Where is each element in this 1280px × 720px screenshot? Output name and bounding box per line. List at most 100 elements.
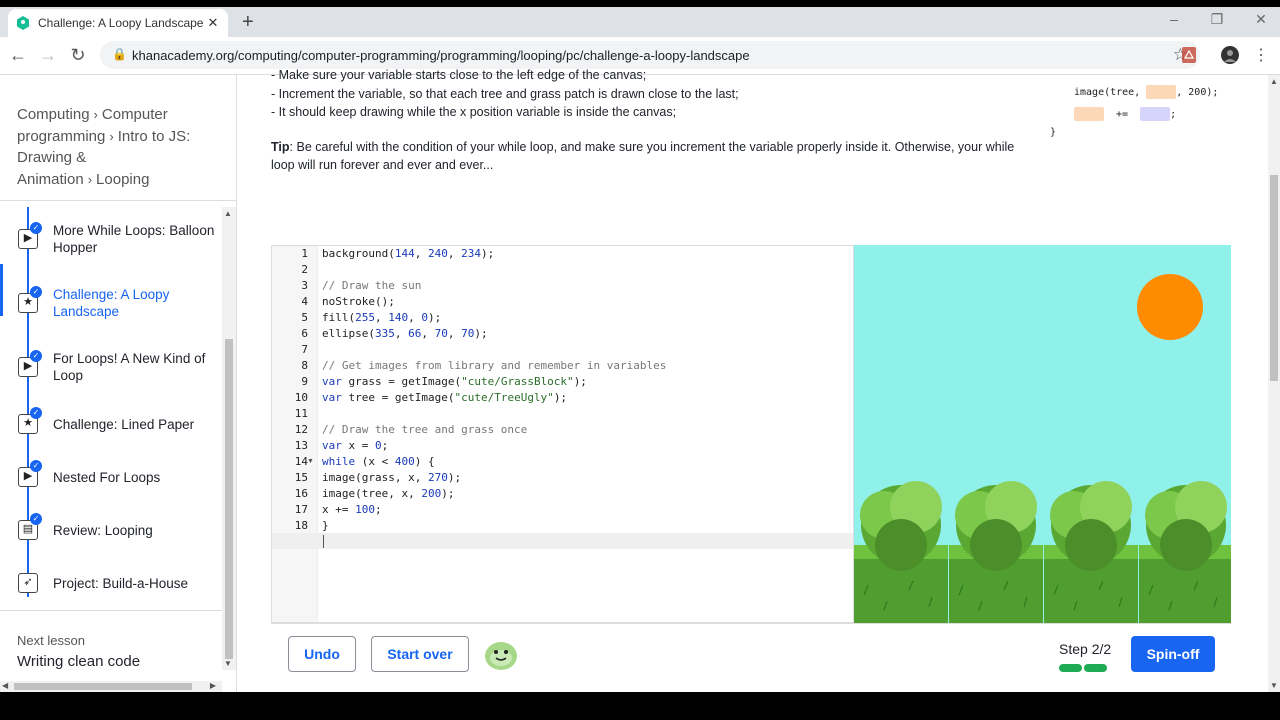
line-number: 16 bbox=[294, 487, 308, 500]
close-window-icon[interactable]: ✕ bbox=[1251, 11, 1271, 28]
browser-tab[interactable]: Challenge: A Loopy Landscape | K ✕ bbox=[8, 9, 228, 37]
code-line[interactable]: image(tree, x, 200); bbox=[322, 487, 454, 500]
line-number: 12 bbox=[294, 423, 308, 436]
hint-operator: += bbox=[1116, 109, 1129, 120]
main-content: - Make sure your variable starts close t… bbox=[238, 68, 1268, 692]
active-line-highlight bbox=[272, 533, 853, 549]
code-line[interactable]: noStroke(); bbox=[322, 295, 395, 308]
lesson-label: Review: Looping bbox=[53, 523, 153, 538]
code-line[interactable]: var x = 0; bbox=[322, 439, 388, 452]
address-bar[interactable]: 🔒 khanacademy.org/computing/computer-pro… bbox=[100, 41, 1200, 69]
sun bbox=[1137, 274, 1203, 340]
lesson-item-challenge-loopy-landscape[interactable]: ★ ✓ Challenge: A Loopy Landscape bbox=[0, 278, 222, 322]
line-number: 11 bbox=[294, 407, 308, 420]
hint-closing-brace: } bbox=[1050, 127, 1057, 138]
lesson-item-for-loops[interactable]: ▶ ✓ For Loops! A New Kind of Loop bbox=[0, 342, 222, 386]
instruction-bullet: - It should keep drawing while the x pos… bbox=[271, 105, 677, 119]
undo-button[interactable]: Undo bbox=[288, 636, 356, 672]
text-cursor bbox=[323, 535, 324, 548]
scroll-down-icon[interactable]: ▼ bbox=[1270, 681, 1278, 690]
lesson-label: Challenge: A Loopy Landscape bbox=[53, 287, 170, 319]
menu-kebab-icon[interactable]: ⋮ bbox=[1250, 45, 1272, 65]
code-line[interactable]: x += 100; bbox=[322, 503, 382, 516]
horizontal-scrollbar[interactable]: ◀ ▶ bbox=[0, 681, 222, 692]
completed-check-icon: ✓ bbox=[30, 222, 42, 234]
scrollbar-thumb[interactable] bbox=[1270, 175, 1278, 381]
step-indicator: Step 2/2 bbox=[1059, 641, 1112, 657]
hint-blank bbox=[1074, 107, 1104, 121]
scrollbar-thumb[interactable] bbox=[14, 683, 192, 690]
lesson-label: Nested For Loops bbox=[53, 470, 161, 485]
fold-arrow-icon[interactable]: ▼ bbox=[307, 458, 314, 465]
scroll-down-icon[interactable]: ▼ bbox=[224, 659, 232, 668]
tab-strip: Challenge: A Loopy Landscape | K ✕ + – ❐… bbox=[0, 7, 1280, 37]
lesson-item-review-looping[interactable]: ▤ ✓ Review: Looping bbox=[0, 512, 222, 556]
pdf-extension-icon[interactable] bbox=[1180, 46, 1198, 64]
instruction-bullet-cut: - Make sure your variable starts close t… bbox=[271, 68, 647, 82]
line-number: 6 bbox=[301, 327, 308, 340]
rocket-icon: ➶ bbox=[18, 573, 38, 593]
url-text: khanacademy.org/computing/computer-progr… bbox=[132, 48, 750, 63]
line-number: 1 bbox=[301, 247, 308, 260]
code-line[interactable]: ellipse(335, 66, 70, 70); bbox=[322, 327, 488, 340]
breadcrumb-computing[interactable]: Computing bbox=[17, 106, 90, 123]
scrollbar-thumb[interactable] bbox=[225, 339, 233, 659]
code-line[interactable]: // Draw the sun bbox=[322, 279, 421, 292]
close-tab-icon[interactable]: ✕ bbox=[206, 15, 220, 31]
back-button[interactable]: ← bbox=[7, 45, 29, 66]
line-number: 4 bbox=[301, 295, 308, 308]
lesson-item-build-a-house[interactable]: ➶ Project: Build-a-House bbox=[0, 565, 222, 605]
tip-body: : Be careful with the condition of your … bbox=[271, 140, 1015, 172]
scroll-up-icon[interactable]: ▲ bbox=[224, 209, 232, 218]
line-number: 15 bbox=[294, 471, 308, 484]
restore-icon[interactable]: ❐ bbox=[1207, 11, 1227, 28]
new-tab-button[interactable]: + bbox=[242, 11, 254, 34]
tip-label: Tip bbox=[271, 140, 290, 154]
code-line[interactable]: background(144, 240, 234); bbox=[322, 247, 494, 260]
start-over-button[interactable]: Start over bbox=[371, 636, 469, 672]
canvas-drawing bbox=[854, 274, 1231, 623]
hint-blank bbox=[1140, 107, 1171, 121]
line-number: 14 bbox=[294, 455, 308, 468]
reload-button[interactable]: ↻ bbox=[67, 45, 89, 66]
page-scrollbar[interactable]: ▲ ▼ bbox=[1268, 75, 1280, 692]
breadcrumb-looping[interactable]: Looping bbox=[96, 171, 149, 188]
code-line[interactable]: } bbox=[322, 519, 329, 532]
step-progress-segment bbox=[1059, 664, 1082, 672]
code-line[interactable]: // Draw the tree and grass once bbox=[322, 423, 527, 436]
code-line[interactable]: image(grass, x, 270); bbox=[322, 471, 461, 484]
next-lesson-link[interactable]: Writing clean code bbox=[17, 653, 140, 670]
code-line[interactable]: fill(255, 140, 0); bbox=[322, 311, 441, 324]
line-number-gutter: 12345678910111213141516171819 bbox=[272, 246, 318, 622]
breadcrumb-separator: › bbox=[109, 128, 114, 144]
sidebar-scrollbar[interactable]: ▲ ▼ bbox=[222, 207, 236, 670]
scroll-up-icon[interactable]: ▲ bbox=[1270, 77, 1278, 86]
code-line[interactable]: // Get images from library and remember … bbox=[322, 359, 666, 372]
code-editor[interactable]: 12345678910111213141516171819 background… bbox=[271, 245, 854, 623]
code-line[interactable]: var grass = getImage("cute/GrassBlock"); bbox=[322, 375, 587, 388]
minimize-icon[interactable]: – bbox=[1164, 11, 1184, 27]
code-line[interactable]: var tree = getImage("cute/TreeUgly"); bbox=[322, 391, 567, 404]
output-canvas[interactable] bbox=[854, 245, 1231, 623]
scroll-left-icon[interactable]: ◀ bbox=[2, 681, 8, 690]
lesson-item-nested-for-loops[interactable]: ▶ ✓ Nested For Loops bbox=[0, 459, 222, 503]
lesson-item-lined-paper[interactable]: ★ ✓ Challenge: Lined Paper bbox=[0, 406, 222, 450]
lesson-label: Project: Build-a-House bbox=[53, 576, 189, 591]
line-number: 3 bbox=[301, 279, 308, 292]
tip-text: Tip: Be careful with the condition of yo… bbox=[271, 138, 1031, 174]
line-number: 17 bbox=[294, 503, 308, 516]
lesson-item-more-while-loops[interactable]: ▶ ✓ More While Loops: Balloon Hopper bbox=[0, 214, 222, 258]
hint-line-start: image(tree, bbox=[1074, 87, 1147, 98]
grass-and-trees bbox=[854, 481, 1231, 623]
spin-off-button[interactable]: Spin-off bbox=[1131, 636, 1215, 672]
line-number: 8 bbox=[301, 359, 308, 372]
avatar bbox=[485, 642, 517, 670]
breadcrumb: Computing › Computer programming › Intro to … bbox=[17, 104, 217, 190]
completed-check-icon: ✓ bbox=[30, 350, 42, 362]
instruction-bullet: - Increment the variable, so that each t… bbox=[271, 87, 739, 101]
code-line[interactable]: while (x < 400) { bbox=[322, 455, 435, 468]
scroll-right-icon[interactable]: ▶ bbox=[210, 681, 216, 690]
breadcrumb-separator: › bbox=[87, 171, 93, 187]
profile-avatar[interactable] bbox=[1221, 46, 1239, 64]
forward-button[interactable]: → bbox=[37, 45, 59, 66]
